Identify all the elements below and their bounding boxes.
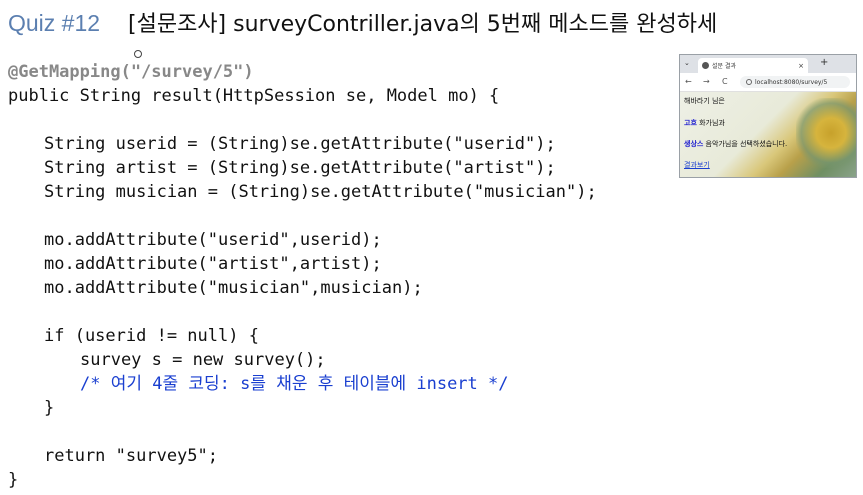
globe-icon	[702, 62, 709, 69]
mouse-cursor-icon	[134, 50, 142, 60]
musician-suffix: 음악가님을 선택하셨습니다.	[703, 140, 788, 148]
code-line: String musician = (String)se.getAttribut…	[44, 182, 597, 202]
code-comment: /* 여기 4줄 코딩: s를 채운 후 테이블에 insert */	[80, 374, 509, 394]
result-line-2: 고흐 화가님과	[684, 118, 725, 128]
chevron-down-icon[interactable]: ⌄	[684, 59, 690, 67]
new-tab-button[interactable]: +	[820, 57, 828, 68]
code-line: @GetMapping("/survey/5")	[8, 62, 254, 82]
result-link[interactable]: 결과보기	[684, 160, 710, 170]
address-bar[interactable]: localhost:8080/survey/5	[740, 76, 850, 88]
artist-suffix: 화가님과	[696, 119, 725, 127]
code-line: return "survey5";	[44, 446, 218, 466]
info-icon[interactable]	[746, 79, 752, 85]
code-line: String artist = (String)se.getAttribute(…	[44, 158, 556, 178]
artist-value: 고흐	[684, 119, 697, 127]
code-line: mo.addAttribute("musician",musician);	[44, 278, 423, 298]
close-icon[interactable]: ×	[798, 62, 804, 70]
code-line: }	[8, 470, 19, 490]
result-line-3: 생상스 음악가님을 선택하셨습니다.	[684, 139, 787, 149]
code-line: public String result(HttpSession se, Mod…	[8, 86, 500, 106]
url-text: localhost:8080/survey/5	[755, 78, 828, 86]
tab-title: 설문 결과	[712, 63, 736, 70]
code-line: if (userid != null) {	[44, 326, 259, 346]
code-line: }	[44, 398, 55, 418]
code-block: @GetMapping("/survey/5") public String r…	[8, 60, 597, 492]
browser-toolbar: ← → C localhost:8080/survey/5	[680, 73, 856, 92]
browser-tab[interactable]: 설문 결과 ×	[698, 58, 808, 73]
sunflower-painting	[796, 98, 856, 168]
slide-title: [설문조사] surveyContriller.java의 5번째 메소드를 완…	[128, 12, 718, 37]
musician-value: 생상스	[684, 140, 704, 148]
quiz-label: Quiz #12	[8, 10, 101, 36]
result-line-1: 해바라기 님은	[684, 97, 725, 105]
forward-arrow-icon[interactable]: →	[703, 77, 710, 86]
code-line: survey s = new survey();	[80, 350, 326, 370]
reload-icon[interactable]: C	[722, 77, 728, 86]
browser-tab-bar: ⌄ 설문 결과 × +	[680, 55, 856, 73]
code-line: mo.addAttribute("userid",userid);	[44, 230, 382, 250]
code-line: String userid = (String)se.getAttribute(…	[44, 134, 556, 154]
back-arrow-icon[interactable]: ←	[685, 77, 692, 86]
browser-screenshot: ⌄ 설문 결과 × + ← → C localhost:8080/survey/…	[679, 54, 857, 178]
code-line: mo.addAttribute("artist",artist);	[44, 254, 382, 274]
page-content: 해바라기 님은 고흐 화가님과 생상스 음악가님을 선택하셨습니다. 결과보기	[680, 92, 856, 177]
